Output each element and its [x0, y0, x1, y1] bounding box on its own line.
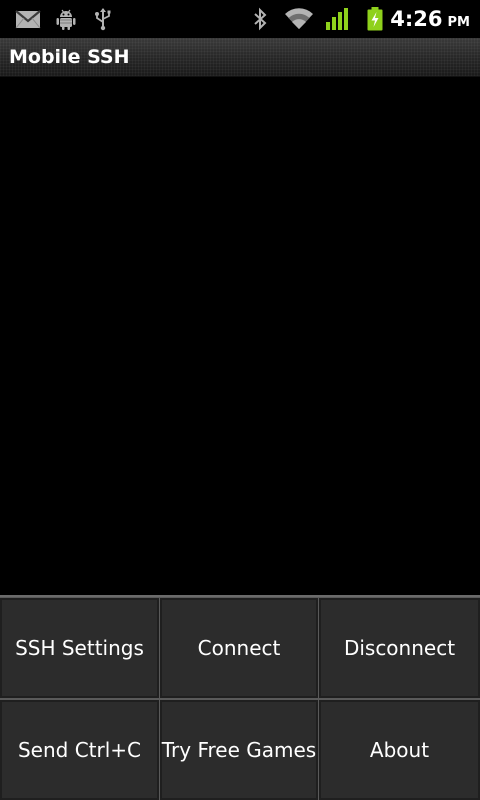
usb-icon	[95, 8, 111, 31]
terminal-area[interactable]	[0, 77, 480, 595]
battery-charging-icon	[367, 7, 383, 31]
options-menu: SSH Settings Connect Disconnect Send Ctr…	[0, 595, 480, 800]
signal-icon	[326, 8, 348, 30]
connect-button[interactable]: Connect	[160, 598, 318, 698]
disconnect-button[interactable]: Disconnect	[319, 598, 480, 698]
screen: 4:26 PM Mobile SSH SSH Settings Connect D…	[0, 0, 480, 800]
clock-time: 4:26	[390, 7, 443, 31]
app-title: Mobile SSH	[9, 46, 130, 68]
clock-ampm: PM	[447, 15, 470, 30]
about-button[interactable]: About	[319, 700, 480, 800]
status-clock: 4:26 PM	[390, 6, 470, 36]
send-ctrl-c-button[interactable]: Send Ctrl+C	[0, 700, 159, 800]
wifi-icon	[285, 8, 313, 30]
gmail-icon	[15, 10, 41, 29]
status-bar: 4:26 PM	[0, 0, 480, 38]
app-title-bar: Mobile SSH	[0, 38, 480, 77]
options-menu-grid: SSH Settings Connect Disconnect Send Ctr…	[0, 598, 480, 800]
ssh-settings-button[interactable]: SSH Settings	[0, 598, 159, 698]
try-free-games-button[interactable]: Try Free Games	[160, 700, 318, 800]
bluetooth-icon	[254, 7, 267, 31]
android-debug-icon	[56, 9, 76, 30]
